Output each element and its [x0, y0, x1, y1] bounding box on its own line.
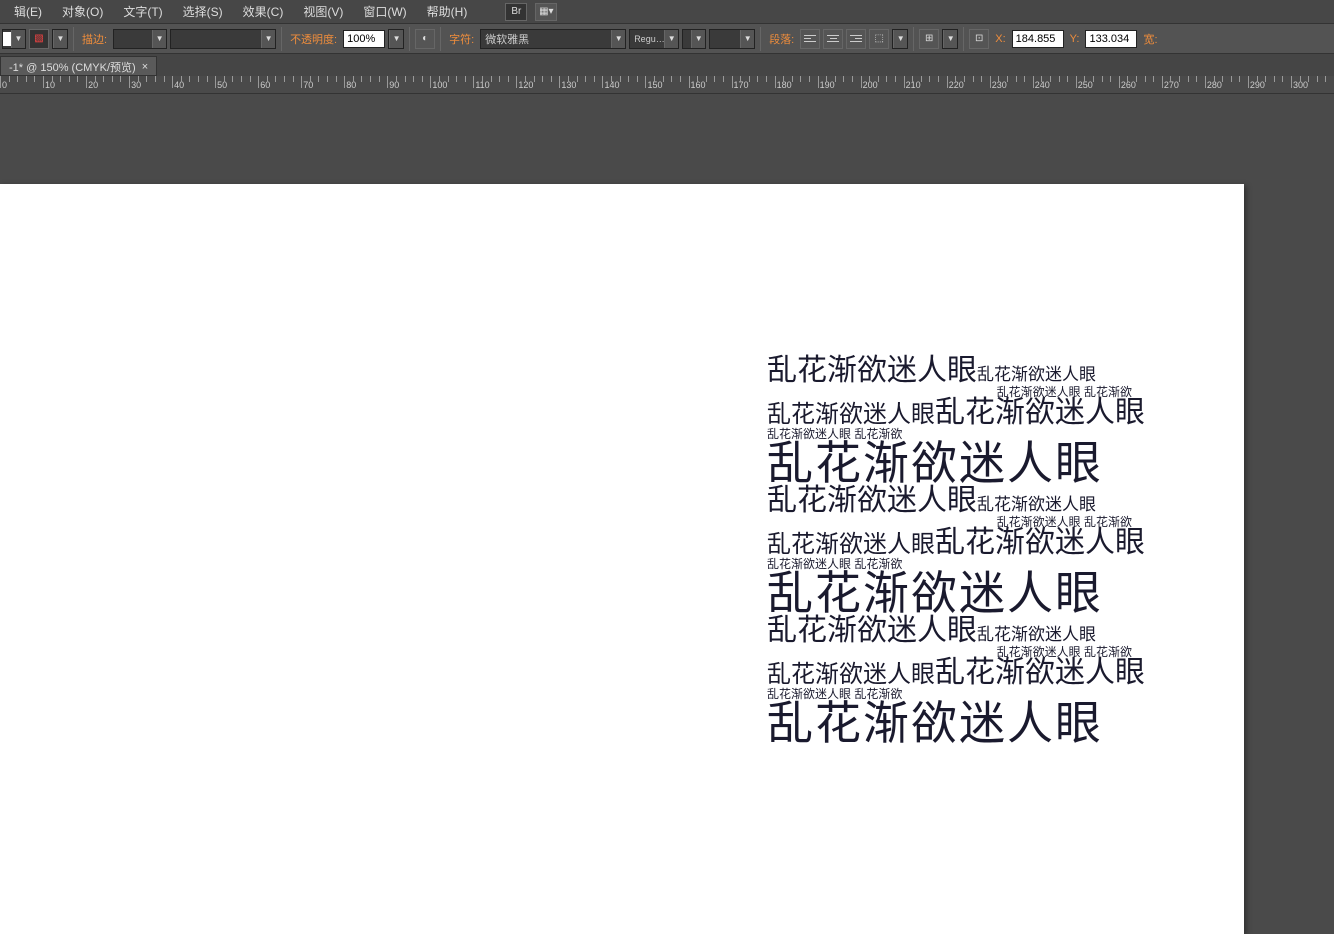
art-text[interactable]: 乱花渐欲迷人眼: [767, 663, 935, 687]
art-text[interactable]: 乱花渐欲迷人眼: [767, 356, 977, 386]
stroke-width[interactable]: ▼: [113, 29, 167, 49]
art-text[interactable]: 乱花渐欲迷人眼: [767, 486, 977, 516]
align-center-icon[interactable]: [823, 29, 843, 49]
font-style[interactable]: Regu…▼: [629, 29, 679, 49]
document-tab[interactable]: -1* @ 150% (CMYK/预览) ×: [0, 56, 157, 76]
x-label: X:: [992, 33, 1008, 45]
menu-window[interactable]: 窗口(W): [353, 3, 416, 20]
art-text[interactable]: 乱花渐欲迷人眼: [767, 616, 977, 646]
layout-icon[interactable]: ▦▾: [535, 3, 557, 21]
perspective-icon[interactable]: ⬚: [869, 29, 889, 49]
y-label: Y:: [1067, 33, 1083, 45]
art-text[interactable]: 乱花渐欲迷人眼: [935, 658, 1145, 688]
stroke-label: 描边:: [79, 31, 110, 47]
stroke-type[interactable]: ▼: [170, 29, 276, 49]
fill-drop[interactable]: ▼: [52, 29, 68, 49]
menu-object[interactable]: 对象(O): [52, 3, 113, 20]
menu-select[interactable]: 选择(S): [173, 3, 233, 20]
no-fill-icon[interactable]: ▧: [29, 29, 49, 49]
char-label: 字符:: [446, 31, 477, 47]
menu-edit[interactable]: 辑(E): [4, 3, 52, 20]
art-text[interactable]: 乱花渐欲迷人眼: [977, 366, 1096, 383]
art-text[interactable]: 乱花渐欲迷人眼: [935, 528, 1145, 558]
opacity-input[interactable]: 100%: [343, 30, 385, 48]
ruler-horizontal[interactable]: 0102030405060708090100110120130140150160…: [0, 76, 1334, 94]
art-text[interactable]: 乱花渐欲迷人眼: [935, 398, 1145, 428]
y-input[interactable]: 133.034: [1085, 30, 1137, 48]
art-text[interactable]: 乱花渐欲迷人眼: [767, 700, 1103, 746]
art-text[interactable]: 乱花渐欲迷人眼: [977, 496, 1096, 513]
font-size[interactable]: ▼: [682, 29, 706, 49]
anchor-icon[interactable]: ⊡: [969, 29, 989, 49]
art-text[interactable]: 乱花渐欲迷人眼: [977, 626, 1096, 643]
perspective-drop[interactable]: ▼: [892, 29, 908, 49]
font-size2[interactable]: ▼: [709, 29, 755, 49]
tab-bar: -1* @ 150% (CMYK/预览) ×: [0, 54, 1334, 76]
art-text[interactable]: 乱花渐欲迷人眼: [767, 440, 1103, 486]
control-bar: ▼ ▧ ▼ 描边: ▼ ▼ 不透明度: 100% ▼ ◐ 字符: 微软雅黑▼ R…: [0, 24, 1334, 54]
align-left-icon[interactable]: [800, 29, 820, 49]
menu-text[interactable]: 文字(T): [113, 3, 172, 20]
menu-help[interactable]: 帮助(H): [417, 3, 478, 20]
para-label: 段落:: [766, 31, 797, 47]
fill-swatch[interactable]: ▼: [2, 29, 26, 49]
menu-view[interactable]: 视图(V): [293, 3, 353, 20]
menu-bar: 辑(E) 对象(O) 文字(T) 选择(S) 效果(C) 视图(V) 窗口(W)…: [0, 0, 1334, 24]
text-art-group[interactable]: 乱花渐欲迷人眼乱花渐欲迷人眼 乱花渐欲迷人眼 乱花渐欲 乱花渐欲迷人眼乱花渐欲迷…: [767, 356, 1132, 746]
font-family[interactable]: 微软雅黑▼: [480, 29, 626, 49]
tab-title: -1* @ 150% (CMYK/预览): [9, 59, 136, 75]
globe-icon[interactable]: ◐: [415, 29, 435, 49]
menu-effect[interactable]: 效果(C): [233, 3, 294, 20]
w-label: 宽:: [1140, 31, 1160, 47]
transform-icon[interactable]: ⊞: [919, 29, 939, 49]
art-text[interactable]: 乱花渐欲迷人眼: [767, 403, 935, 427]
close-icon[interactable]: ×: [142, 61, 148, 73]
x-input[interactable]: 184.855: [1012, 30, 1064, 48]
transform-drop[interactable]: ▼: [942, 29, 958, 49]
opacity-drop[interactable]: ▼: [388, 29, 404, 49]
art-text[interactable]: 乱花渐欲迷人眼: [767, 570, 1103, 616]
art-text[interactable]: 乱花渐欲迷人眼: [767, 533, 935, 557]
opacity-label: 不透明度:: [287, 31, 340, 47]
align-right-icon[interactable]: [846, 29, 866, 49]
bridge-icon[interactable]: Br: [505, 3, 527, 21]
canvas-area[interactable]: 乱花渐欲迷人眼乱花渐欲迷人眼 乱花渐欲迷人眼 乱花渐欲 乱花渐欲迷人眼乱花渐欲迷…: [0, 94, 1334, 932]
artboard[interactable]: 乱花渐欲迷人眼乱花渐欲迷人眼 乱花渐欲迷人眼 乱花渐欲 乱花渐欲迷人眼乱花渐欲迷…: [0, 184, 1244, 934]
